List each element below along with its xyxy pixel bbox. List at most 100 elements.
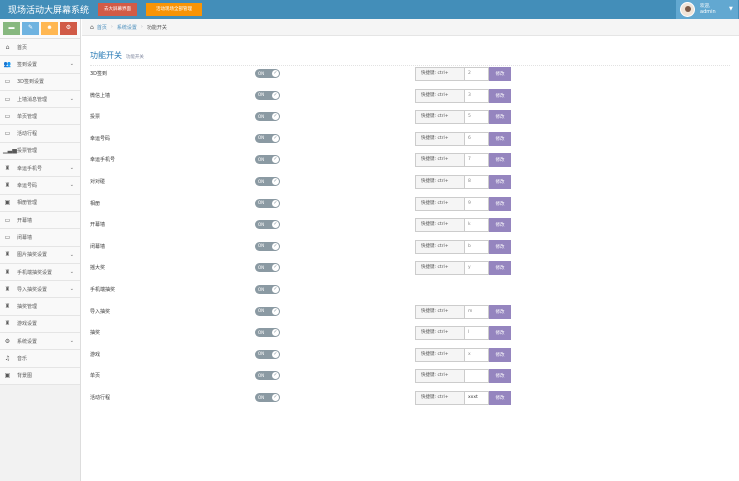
hotkey-input[interactable]: 8 xyxy=(465,175,489,189)
modify-hotkey-button[interactable]: 修改 xyxy=(489,261,511,276)
comment-icon[interactable]: ▬ xyxy=(3,22,20,35)
sidebar-item[interactable]: ♜ 抽奖管理 xyxy=(0,298,80,316)
modify-hotkey-button[interactable]: 修改 xyxy=(489,304,511,319)
home-icon: ⌂ xyxy=(90,23,94,31)
modify-hotkey-button[interactable]: 修改 xyxy=(489,347,511,362)
modify-hotkey-button[interactable]: 修改 xyxy=(489,110,511,125)
hotkey-input[interactable]: x xyxy=(465,347,489,362)
modify-hotkey-button[interactable]: 修改 xyxy=(489,196,511,211)
sidebar-item-label: 上墙消息管理 xyxy=(17,96,48,103)
sidebar-item-label: 手机端抽奖设置 xyxy=(17,269,53,276)
feature-row: 摇大奖 ON ✓ 快捷键: ctrl+ y 修改 xyxy=(90,261,730,276)
sidebar-item[interactable]: ♜ 幸运手机号 ⌄ xyxy=(0,160,80,178)
modify-hotkey-button[interactable]: 修改 xyxy=(489,391,511,405)
hotkey-input[interactable] xyxy=(465,369,489,384)
desktop-icon: ▭ xyxy=(4,78,11,86)
chevron-down-icon: ⌄ xyxy=(69,61,74,68)
sidebar-item[interactable]: ⚙ 系统设置 ⌄ xyxy=(0,333,80,351)
feature-row: 活动行程 ON ✓ 快捷键: ctrl+ xxxt 修改 xyxy=(90,391,730,406)
feature-toggle[interactable]: ON ✓ xyxy=(255,263,280,273)
modify-hotkey-button[interactable]: 修改 xyxy=(489,239,511,254)
feature-toggle[interactable]: ON ✓ xyxy=(255,177,280,186)
sidebar-item[interactable]: ♜ 游戏设置 xyxy=(0,315,80,334)
feature-toggle[interactable]: ON ✓ xyxy=(255,155,280,165)
feature-label: 闭幕墙 xyxy=(90,243,106,250)
hotkey-input[interactable]: l xyxy=(465,326,489,341)
toggle-on-text: ON xyxy=(258,178,265,184)
feature-label: 活动行程 xyxy=(90,395,111,401)
sidebar-item[interactable]: ▣ 相册管理 xyxy=(0,194,80,212)
hotkey-input[interactable]: k xyxy=(465,218,489,233)
hotkey-input[interactable]: xxxt xyxy=(465,391,489,405)
feature-toggle[interactable]: ON ✓ xyxy=(255,112,280,122)
sidebar-item[interactable]: ▁▃▅ 投票管理 xyxy=(0,142,80,161)
feature-toggle[interactable]: ON ✓ xyxy=(255,198,280,208)
modify-hotkey-button[interactable]: 修改 xyxy=(489,131,511,146)
modify-hotkey-button[interactable]: 修改 xyxy=(489,88,511,103)
hotkey-input[interactable]: b xyxy=(465,239,489,254)
modify-hotkey-button[interactable]: 修改 xyxy=(489,369,511,384)
breadcrumb-home-link[interactable]: 首页 xyxy=(97,24,107,31)
activity-manage-button[interactable]: 活动现场全部管理 xyxy=(146,3,202,16)
sidebar-item[interactable]: ▭ 开幕墙 xyxy=(0,211,80,230)
caret-down-icon: ▼ xyxy=(729,6,733,12)
check-icon: ✓ xyxy=(272,286,279,293)
sidebar-item[interactable]: ♜ 幸运号码 ⌄ xyxy=(0,177,80,195)
modify-hotkey-button[interactable]: 修改 xyxy=(489,218,511,233)
hotkey-input[interactable]: 7 xyxy=(465,153,489,168)
sidebar-item[interactable]: ▭ 3D签到设置 xyxy=(0,73,80,91)
modify-hotkey-button[interactable]: 修改 xyxy=(489,153,511,168)
sidebar-item[interactable]: ♜ 导入抽奖设置 ⌄ xyxy=(0,281,80,299)
feature-toggle[interactable]: ON ✓ xyxy=(255,133,280,143)
feature-row: 开幕墙 ON ✓ 快捷键: ctrl+ k 修改 xyxy=(90,218,730,233)
modify-hotkey-button[interactable]: 修改 xyxy=(489,67,511,81)
feature-toggle[interactable]: ON ✓ xyxy=(255,306,280,316)
picture-icon: ▣ xyxy=(4,199,11,207)
hotkey-prefix-label: 快捷键: ctrl+ xyxy=(415,88,465,103)
breadcrumb-separator: › xyxy=(110,24,113,30)
sidebar-item[interactable]: ♜ 图片抽奖设置 ⌄ xyxy=(0,246,80,264)
feature-row: 游戏 ON ✓ 快捷键: ctrl+ x 修改 xyxy=(90,347,730,363)
breadcrumb-section-link[interactable]: 系统设置 xyxy=(117,24,137,31)
feature-toggle[interactable]: ON ✓ xyxy=(255,69,280,78)
sidebar-item-label: 首页 xyxy=(17,44,28,51)
hotkey-input[interactable]: 9 xyxy=(465,196,489,211)
user-menu[interactable]: 欢迎, admin ▼ xyxy=(676,0,738,19)
sidebar-item[interactable]: ▭ 单页管理 xyxy=(0,108,80,126)
sidebar-item[interactable]: ⌂ 首页 xyxy=(0,39,80,57)
modify-hotkey-button[interactable]: 修改 xyxy=(489,175,511,189)
sidebar-item[interactable]: 👥 签到设置 ⌄ xyxy=(0,56,80,74)
hotkey-input[interactable]: m xyxy=(465,304,489,319)
sidebar-item[interactable]: ♫ 音乐 xyxy=(0,350,80,368)
toggle-on-text: ON xyxy=(258,394,265,400)
feature-toggle[interactable]: ON ✓ xyxy=(255,328,280,338)
sidebar-item[interactable]: ♜ 手机端抽奖设置 ⌄ xyxy=(0,263,80,282)
feature-toggle[interactable]: ON ✓ xyxy=(255,371,280,381)
pencil-icon[interactable]: ✎ xyxy=(22,22,39,35)
feature-toggle[interactable]: ON ✓ xyxy=(255,220,280,230)
feature-label: 单页 xyxy=(90,373,101,380)
gear-icon: ⚙ xyxy=(4,337,11,345)
go-to-big-screen-button[interactable]: 去大屏幕界面 xyxy=(98,3,137,16)
toggle-on-text: ON xyxy=(258,200,265,206)
hotkey-input[interactable]: 3 xyxy=(465,88,489,103)
feature-toggle[interactable]: ON ✓ xyxy=(255,393,280,402)
feature-toggle[interactable]: ON ✓ xyxy=(255,349,280,359)
hotkey-input[interactable]: 5 xyxy=(465,110,489,125)
sidebar-item[interactable]: ▭ 闭幕墙 xyxy=(0,229,80,247)
feature-toggle[interactable]: ON ✓ xyxy=(255,90,280,100)
cogs-icon[interactable]: ⚙ xyxy=(60,22,77,35)
hotkey-input[interactable]: y xyxy=(465,261,489,276)
sidebar-item[interactable]: ▣ 背景图 xyxy=(0,367,80,385)
hotkey-input[interactable]: 6 xyxy=(465,131,489,146)
hotkey-input[interactable]: 2 xyxy=(465,67,489,81)
feature-toggle[interactable]: ON ✓ xyxy=(255,241,280,251)
feature-toggle[interactable]: ON ✓ xyxy=(255,285,280,294)
sidebar-item[interactable]: ▭ 活动行程 xyxy=(0,125,80,143)
sidebar-item[interactable]: ▭ 上墙消息管理 ⌄ xyxy=(0,90,80,109)
hotkey-prefix-label: 快捷键: ctrl+ xyxy=(415,175,465,189)
group-icon[interactable]: ☻ xyxy=(41,22,58,35)
feature-label: 微信上墙 xyxy=(90,92,111,99)
modify-hotkey-button[interactable]: 修改 xyxy=(489,326,511,341)
hotkey-prefix-label: 快捷键: ctrl+ xyxy=(415,196,465,211)
